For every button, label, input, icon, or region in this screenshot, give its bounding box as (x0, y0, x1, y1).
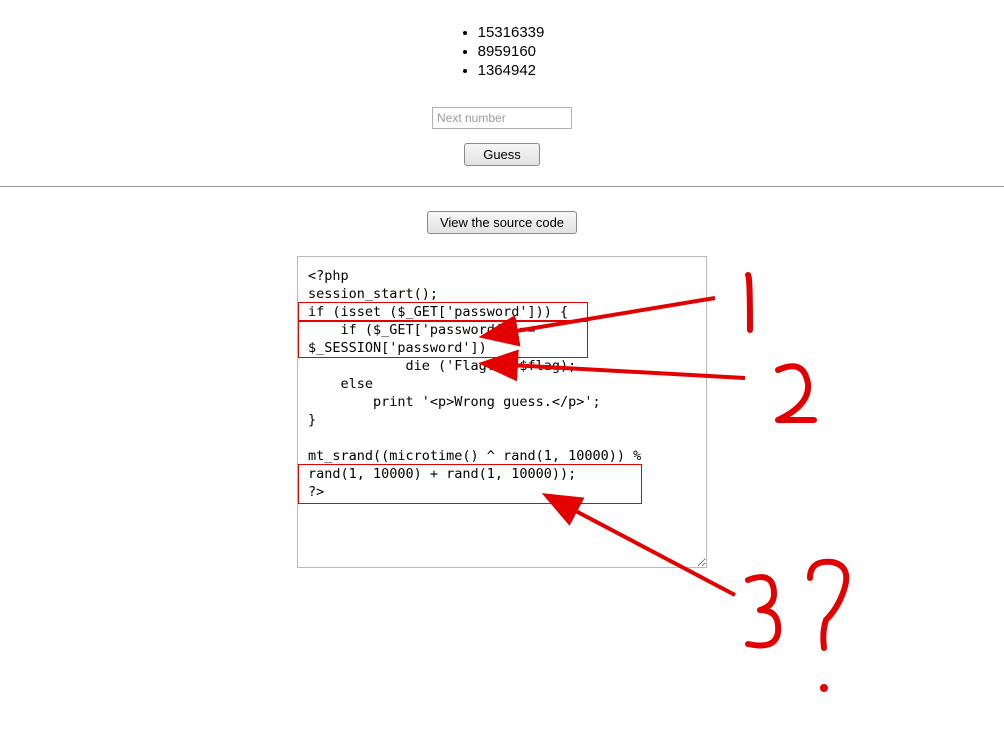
guess-button[interactable]: Guess (464, 143, 540, 166)
next-number-input[interactable] (432, 107, 572, 129)
divider (0, 186, 1004, 187)
list-item: 15316339 (478, 24, 545, 41)
view-source-button[interactable]: View the source code (427, 211, 577, 234)
list-item: 8959160 (478, 43, 545, 60)
number-list: 15316339 8959160 1364942 (460, 22, 545, 81)
source-code-textarea[interactable] (297, 256, 707, 568)
list-item: 1364942 (478, 62, 545, 79)
